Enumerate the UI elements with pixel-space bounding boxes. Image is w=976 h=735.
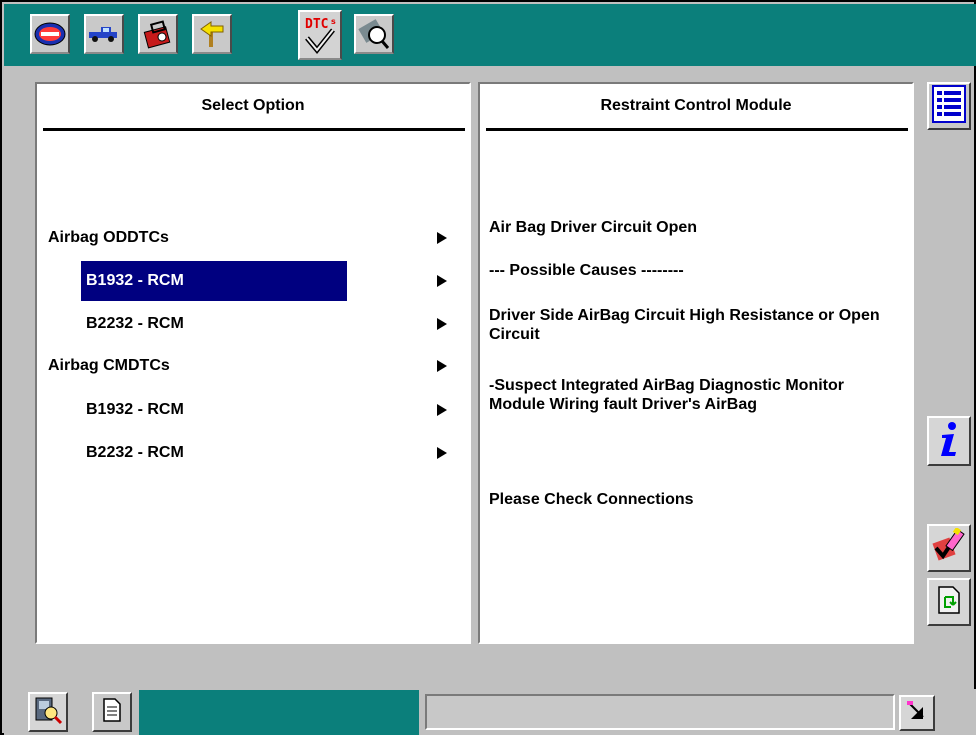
tab-dtcs[interactable]: DTC s xyxy=(298,10,342,60)
action-text: Please Check Connections xyxy=(489,491,694,508)
arrow-sign-icon xyxy=(197,19,227,49)
option-b1932-rcm-oddtc[interactable]: B1932 - RCM xyxy=(81,261,347,301)
diagnostic-tool-icon xyxy=(33,695,63,730)
document-tab[interactable] xyxy=(92,692,132,732)
title-divider xyxy=(43,128,465,131)
list-icon xyxy=(932,84,966,128)
cause-1: Driver Side AirBag Circuit High Resistan… xyxy=(489,307,880,343)
vehicle-badge-icon xyxy=(34,21,66,47)
toolbox-icon xyxy=(142,19,174,49)
option-b2232-rcm-oddtc[interactable]: B2232 - RCM xyxy=(81,304,347,344)
status-field xyxy=(425,694,895,730)
option-b1932-rcm-cmdtc[interactable]: B1932 - RCM xyxy=(81,390,347,430)
list-button[interactable] xyxy=(927,82,971,130)
dtc-description: Air Bag Driver Circuit Open xyxy=(489,219,698,236)
expand-arrow-icon[interactable] xyxy=(437,447,447,459)
expand-arrow-icon[interactable] xyxy=(437,360,447,372)
select-option-title: Select Option xyxy=(201,97,305,114)
info-button[interactable] xyxy=(927,416,971,466)
tab-navigation[interactable] xyxy=(192,14,232,54)
truck-icon xyxy=(87,24,121,44)
svg-text:DTC: DTC xyxy=(305,17,328,32)
option-label: B1932 - RCM xyxy=(86,272,184,289)
tab-vehicle-select[interactable] xyxy=(84,14,124,54)
cause-2: -Suspect Integrated AirBag Diagnostic Mo… xyxy=(489,377,844,413)
option-label: B2232 - RCM xyxy=(86,315,184,332)
restraint-control-module-panel: Restraint Control Module Air Bag Driver … xyxy=(478,82,914,644)
dtcs-icon: DTC s xyxy=(301,14,339,56)
erase-dtc-icon xyxy=(931,526,967,569)
svg-text:s: s xyxy=(331,17,336,26)
option-label: Airbag ODDTCs xyxy=(48,229,169,246)
expand-arrow-icon[interactable] xyxy=(437,404,447,416)
magnifier-icon xyxy=(357,17,391,51)
document-icon xyxy=(102,697,122,728)
diagnostic-tool-tab[interactable] xyxy=(28,692,68,732)
title-divider xyxy=(486,128,908,131)
expand-arrow-icon[interactable] xyxy=(437,275,447,287)
expand-arrow-icon[interactable] xyxy=(437,232,447,244)
tab-vehicle[interactable] xyxy=(30,14,70,54)
refresh-button[interactable] xyxy=(927,578,971,626)
select-option-panel: Select Option Airbag ODDTCs B1932 - RCM … xyxy=(35,82,471,644)
option-airbag-oddtcs[interactable]: Airbag ODDTCs xyxy=(43,218,363,258)
info-icon xyxy=(934,419,964,464)
possible-causes-header: --- Possible Causes -------- xyxy=(489,262,684,279)
module-title: Restraint Control Module xyxy=(600,97,792,114)
expand-arrow-icon[interactable] xyxy=(437,318,447,330)
resize-icon xyxy=(905,699,929,728)
option-airbag-cmdtcs[interactable]: Airbag CMDTCs xyxy=(43,346,363,386)
bottom-teal-area xyxy=(139,690,419,735)
option-label: B2232 - RCM xyxy=(86,444,184,461)
tab-toolbox[interactable] xyxy=(138,14,178,54)
erase-dtc-button[interactable] xyxy=(927,524,971,572)
refresh-page-icon xyxy=(937,585,961,620)
tab-inspect[interactable] xyxy=(354,14,394,54)
option-label: Airbag CMDTCs xyxy=(48,357,170,374)
option-b2232-rcm-cmdtc[interactable]: B2232 - RCM xyxy=(81,433,347,473)
option-label: B1932 - RCM xyxy=(86,401,184,418)
resize-button[interactable] xyxy=(899,695,935,731)
app-window: DTC s Select Option Airbag ODDTCs B1932 … xyxy=(0,0,976,735)
